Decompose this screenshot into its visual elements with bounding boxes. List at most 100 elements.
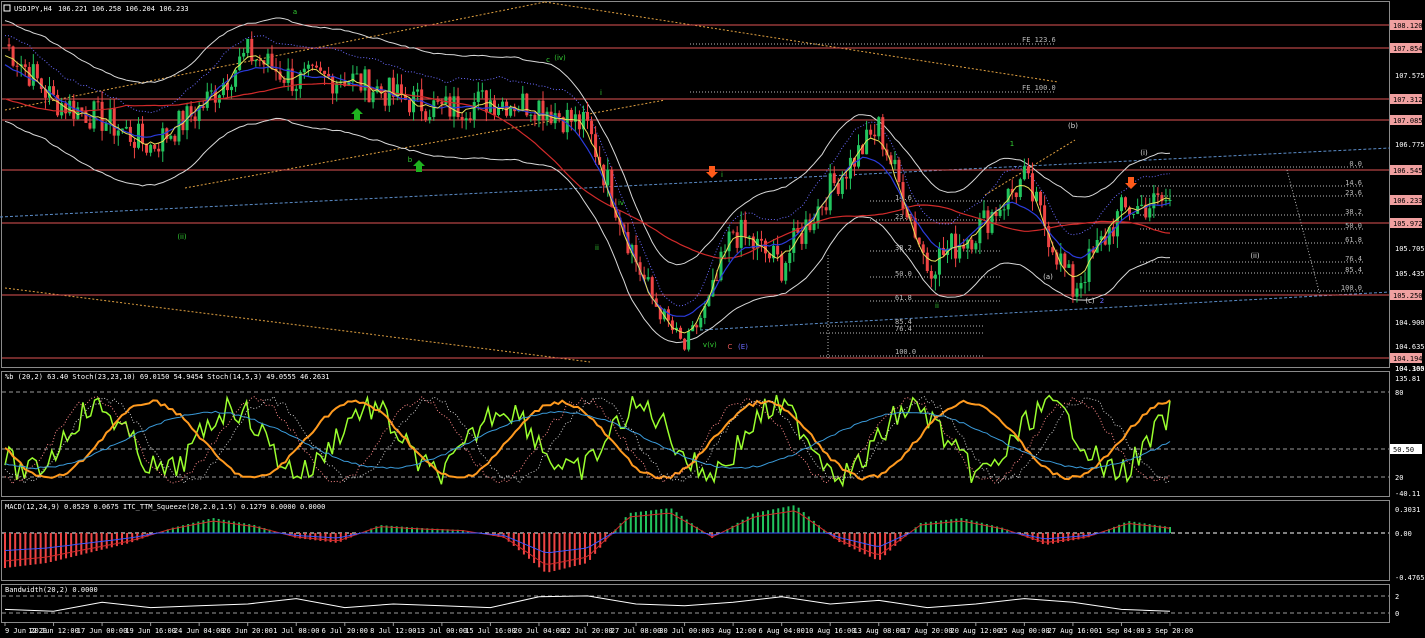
price-tick: 105.435 (1395, 270, 1425, 278)
candle-body (153, 144, 157, 149)
candle-body (974, 243, 978, 250)
candle-body (497, 108, 501, 115)
candle-body (408, 99, 412, 113)
candle-body (266, 53, 270, 65)
price-tag-label: 107.312 (1393, 96, 1423, 104)
candle-body (96, 101, 100, 103)
fib-right-label: 0.0 (1349, 160, 1362, 168)
stoch-tick: 20 (1395, 474, 1403, 482)
candle-body (112, 108, 116, 136)
time-tick-label: 12 Jun 12:00 (28, 627, 79, 635)
candle-body (1018, 179, 1022, 198)
candle-body (282, 79, 286, 83)
wave-label-iv_small: iv (618, 199, 624, 207)
bandwidth-panel-title: Bandwidth(20,2) 0.0000 (5, 586, 98, 594)
wave-label-ii_paren_right: (ii) (1250, 252, 1260, 260)
candle-body (776, 245, 780, 255)
stoch-tick: 135.81 (1395, 375, 1420, 383)
candle-body (840, 176, 844, 194)
candle-body (314, 65, 318, 68)
fib-right-label: 38.2 (1345, 208, 1362, 216)
candle-body (735, 232, 739, 248)
time-tick-label: 17 Aug 20:00 (902, 627, 953, 635)
wave-label-v_paren: (v) (707, 341, 717, 349)
candle-body (234, 70, 238, 87)
candle-body (294, 88, 298, 92)
candle-body (310, 64, 314, 66)
candle-body (683, 338, 687, 350)
candle-body (440, 101, 444, 105)
candle-body (100, 101, 104, 131)
time-tick-label: 1 Jul 08:00 (273, 627, 319, 635)
candle-body (832, 173, 836, 184)
candle-body (72, 100, 76, 119)
time-tick-label: 30 Jul 00:00 (659, 627, 710, 635)
wave-label-i_small: i (600, 89, 602, 97)
price-tick: 104.635 (1395, 343, 1425, 351)
candle-body (7, 44, 11, 47)
candle-body (242, 52, 246, 57)
macd-tick: 0.3031 (1395, 506, 1420, 514)
candle-body (650, 277, 654, 299)
wave-label-C: C (728, 343, 733, 351)
candle-body (537, 100, 541, 121)
candle-body (331, 76, 335, 94)
candle-body (1083, 281, 1087, 283)
time-tick-label: 26 Jun 20:00 (222, 627, 273, 635)
candle-body (1014, 192, 1018, 198)
candle-body (590, 120, 594, 135)
candle-body (488, 100, 492, 113)
candle-body (529, 114, 533, 116)
price-tag-label: 105.250 (1393, 292, 1423, 300)
price-tag-label: 105.972 (1393, 220, 1423, 228)
candle-body (468, 118, 472, 120)
price-axis: 107.575 106.775 105.705 105.435 104.900 104.6… (1390, 20, 1425, 373)
price-tick: 107.575 (1395, 72, 1425, 80)
time-tick-label: 10 Aug 16:00 (805, 627, 856, 635)
time-tick-label: 13 Jul 00:00 (417, 627, 468, 635)
candle-body (1124, 197, 1128, 208)
candle-body (319, 67, 323, 71)
candle-body (1022, 166, 1026, 180)
candle-body (925, 252, 929, 271)
candle-body (472, 101, 476, 120)
candle-body (254, 59, 258, 62)
wave-label-ii: (ii) (177, 233, 187, 241)
candle-body (416, 89, 420, 92)
time-tick-label: 17 Jun 00:00 (77, 627, 128, 635)
candle-body (460, 117, 464, 121)
time-tick-label: 8 Jul 12:00 (370, 627, 416, 635)
candle-body (108, 108, 112, 123)
candle-body (897, 159, 901, 183)
candle-body (480, 90, 484, 92)
candle-body (565, 109, 569, 133)
wave-label-i_paren: (i) (1140, 149, 1148, 157)
chart-canvas[interactable]: 0.014.623.638.250.061.876.485.4100.014.6… (0, 0, 1425, 638)
candle-body (302, 68, 306, 73)
candle-body (92, 101, 96, 129)
candle-body (31, 64, 35, 86)
fib-bottom-label: 76.4 (895, 325, 912, 333)
candle-body (982, 210, 986, 219)
candle-body (1039, 191, 1043, 206)
candle-body (424, 111, 428, 121)
fib-mid-label: 38.2 (895, 244, 912, 252)
candle-body (209, 90, 213, 92)
candle-body (1164, 200, 1168, 202)
price-tag-label: 107.854 (1393, 45, 1423, 53)
candle-body (1152, 193, 1156, 209)
price-tag-label: 108.120 (1393, 22, 1423, 30)
price-tag-label: 104.194 (1393, 355, 1423, 363)
wave-label-one: 1 (1010, 140, 1014, 148)
macd-panel-title: MACD(12,24,9) 0.0529 0.0675 ITC_TTM_Sque… (5, 503, 325, 511)
candle-body (149, 144, 153, 153)
candle-body (116, 130, 120, 136)
candle-body (428, 117, 432, 121)
candle-body (323, 70, 327, 74)
candle-body (970, 239, 974, 250)
candle-body (383, 92, 387, 106)
candle-body (1075, 288, 1079, 297)
time-tick-label: 19 Jun 16:00 (125, 627, 176, 635)
candle-body (679, 327, 683, 339)
stoch-tag-label: 50.50 (1393, 446, 1414, 454)
